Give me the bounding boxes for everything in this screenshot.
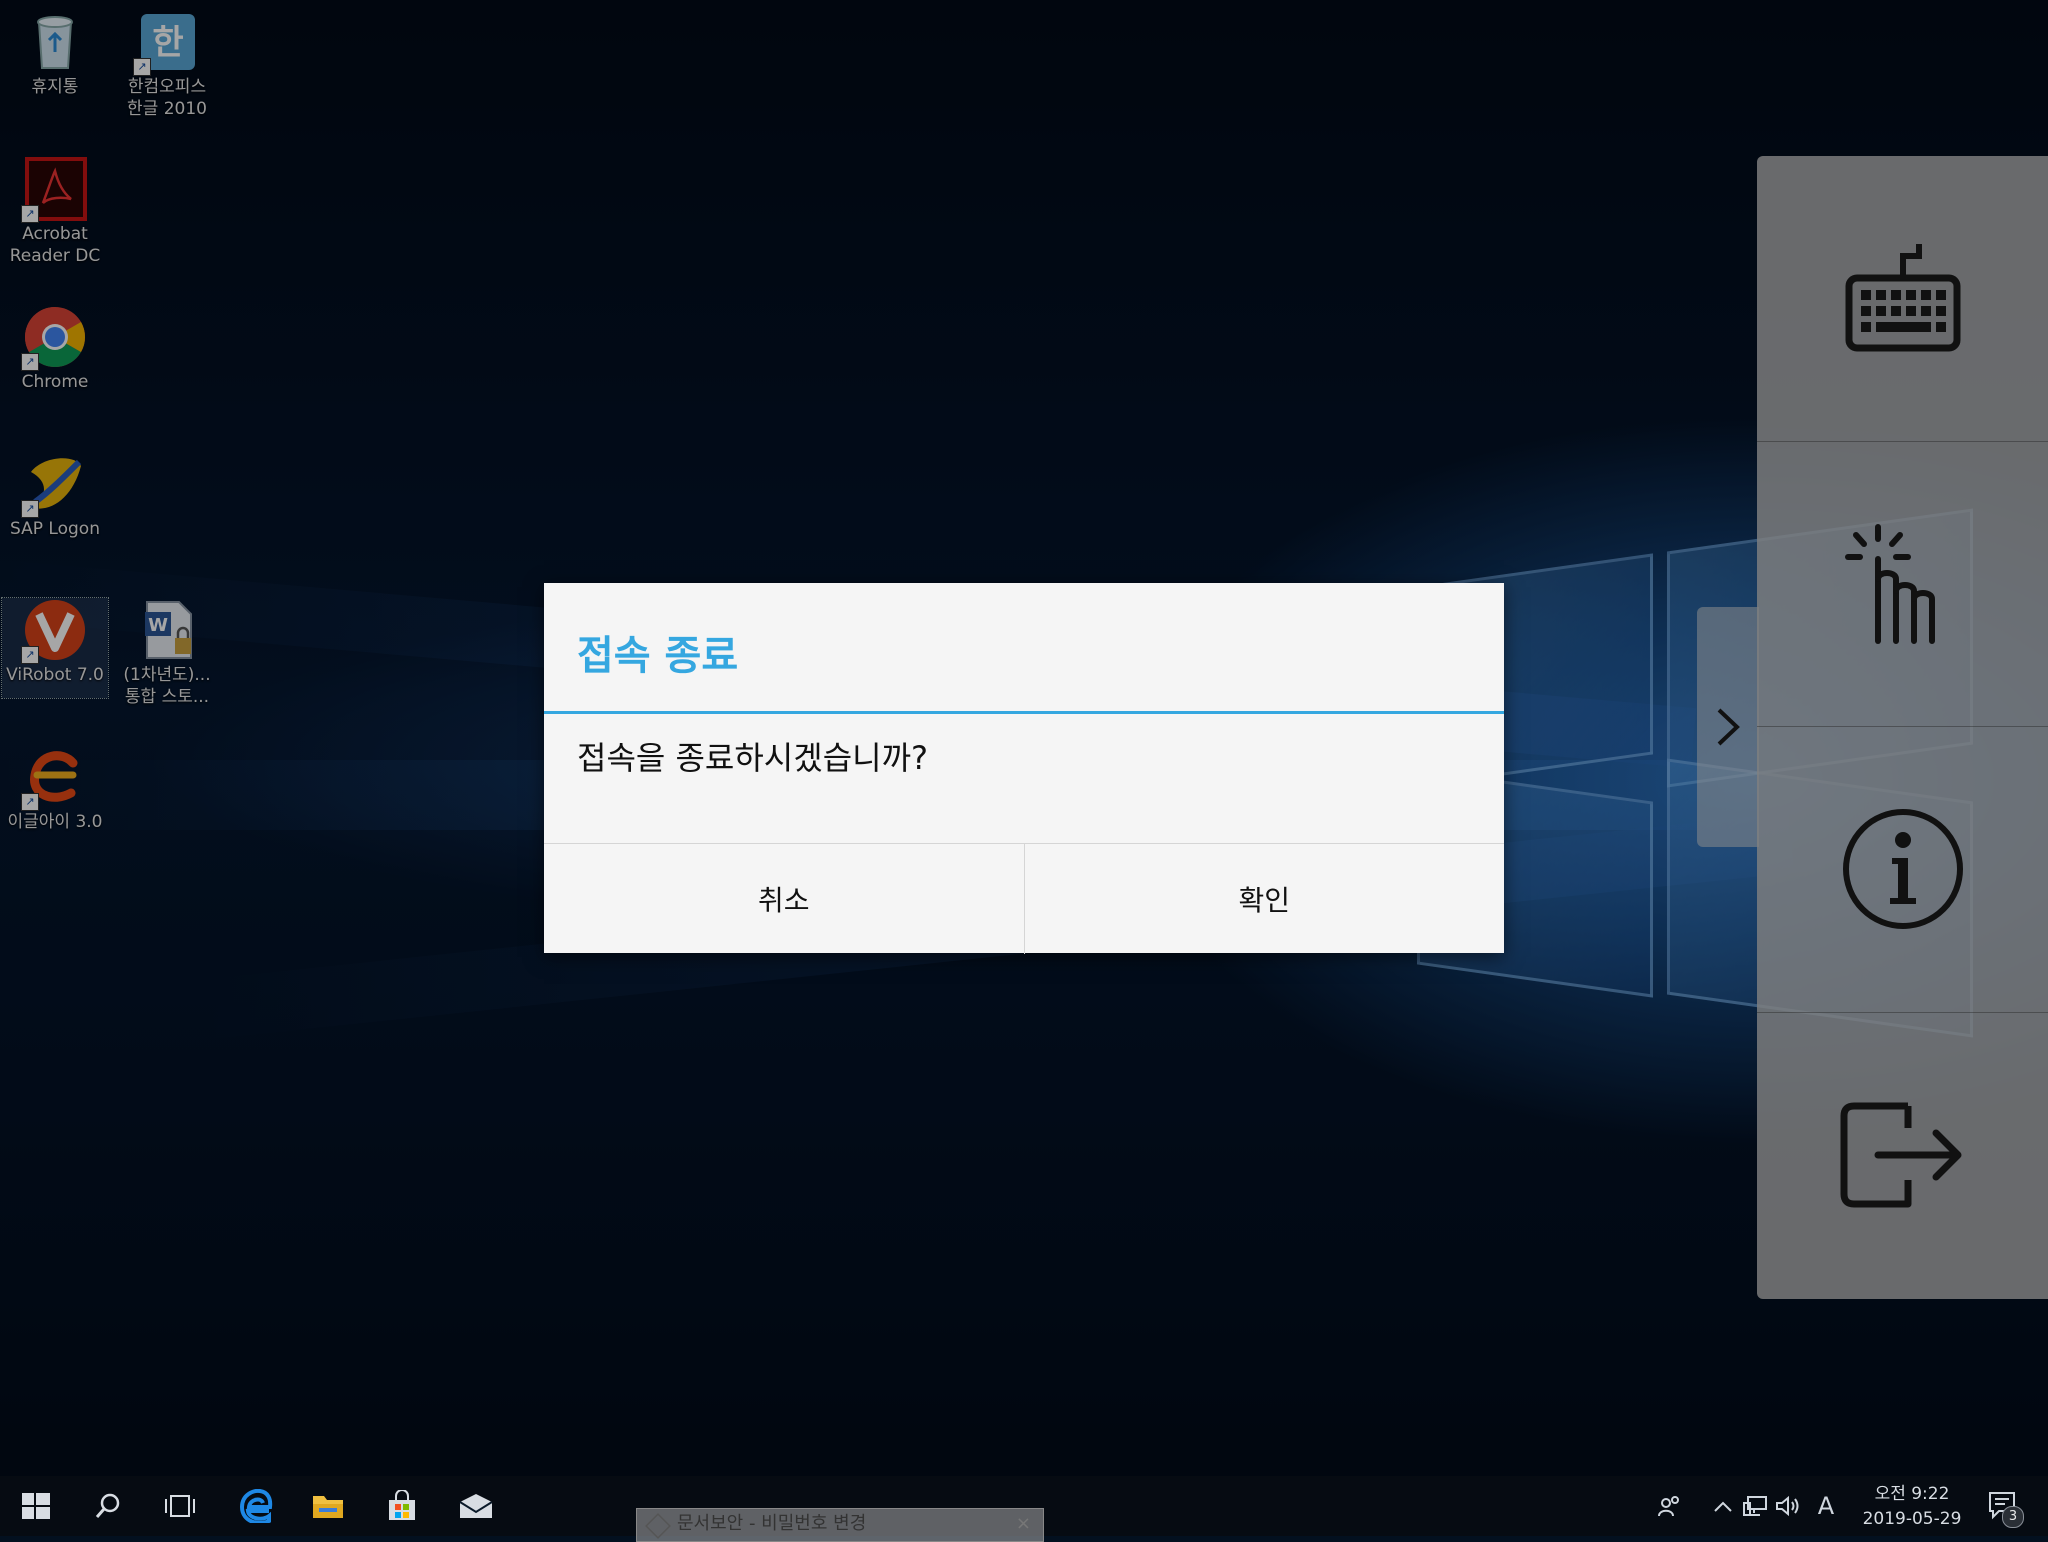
disconnect-button[interactable] [1757,1013,2048,1297]
edge-icon [239,1489,273,1523]
start-button[interactable] [0,1476,72,1536]
network-button[interactable] [1740,1476,1770,1536]
people-button[interactable] [1652,1476,1688,1536]
confirm-button[interactable]: 확인 [1023,844,1505,954]
action-center-button[interactable]: 3 [1984,1476,2024,1536]
chevron-up-icon [1714,1501,1732,1512]
file-explorer-icon [313,1496,343,1518]
task-view-icon [165,1495,195,1517]
cancel-button[interactable]: 취소 [544,844,1024,954]
notification-count-badge: 3 [2002,1506,2024,1528]
clock-time: 오전 9:22 [1874,1484,1950,1504]
touch-pointer-icon [1844,524,1935,644]
remote-toolbar [1757,156,2048,1299]
taskbar-clock[interactable]: 오전 9:22 2019-05-29 [1852,1482,1972,1532]
tray-overflow-button[interactable] [1708,1476,1738,1536]
keyboard-button[interactable] [1757,156,2048,440]
network-icon [1743,1496,1767,1516]
lock-doc-icon [645,1513,671,1539]
ime-indicator[interactable]: A [1808,1476,1844,1536]
dialog-message: 접속을 종료하시겠습니까? [577,739,928,777]
clock-date: 2019-05-29 [1862,1509,1962,1529]
touch-mode-button[interactable] [1757,442,2048,726]
store-icon [389,1490,415,1520]
taskbar-window-item[interactable]: 문서보안 - 비밀번호 변경 × [636,1508,1044,1542]
people-icon [1658,1496,1679,1517]
file-explorer-button[interactable] [292,1476,364,1536]
disconnect-dialog: 접속 종료 접속을 종료하시겠습니까? 취소 확인 [544,583,1504,954]
mail-button[interactable] [440,1476,512,1536]
toolbar-collapse-handle[interactable] [1697,607,1759,847]
start-icon [22,1493,50,1519]
volume-icon [1776,1495,1799,1517]
search-button[interactable] [72,1476,144,1536]
edge-button[interactable] [220,1476,292,1536]
store-button[interactable] [366,1476,438,1536]
keyboard-icon [1845,244,1960,352]
search-icon [95,1493,120,1518]
dialog-title-divider [544,711,1504,714]
task-view-button[interactable] [144,1476,216,1536]
chevron-right-icon [1717,708,1740,746]
dialog-title: 접속 종료 [577,633,739,679]
info-icon [1842,809,1963,929]
close-icon[interactable]: × [1016,1509,1031,1539]
dialog-button-row: 취소 확인 [544,843,1504,954]
mail-icon [459,1494,493,1518]
info-button[interactable] [1757,727,2048,1011]
exit-icon [1840,1102,1961,1208]
volume-button[interactable] [1772,1476,1804,1536]
taskbar-window-title: 문서보안 - 비밀번호 변경 [677,1513,867,1534]
